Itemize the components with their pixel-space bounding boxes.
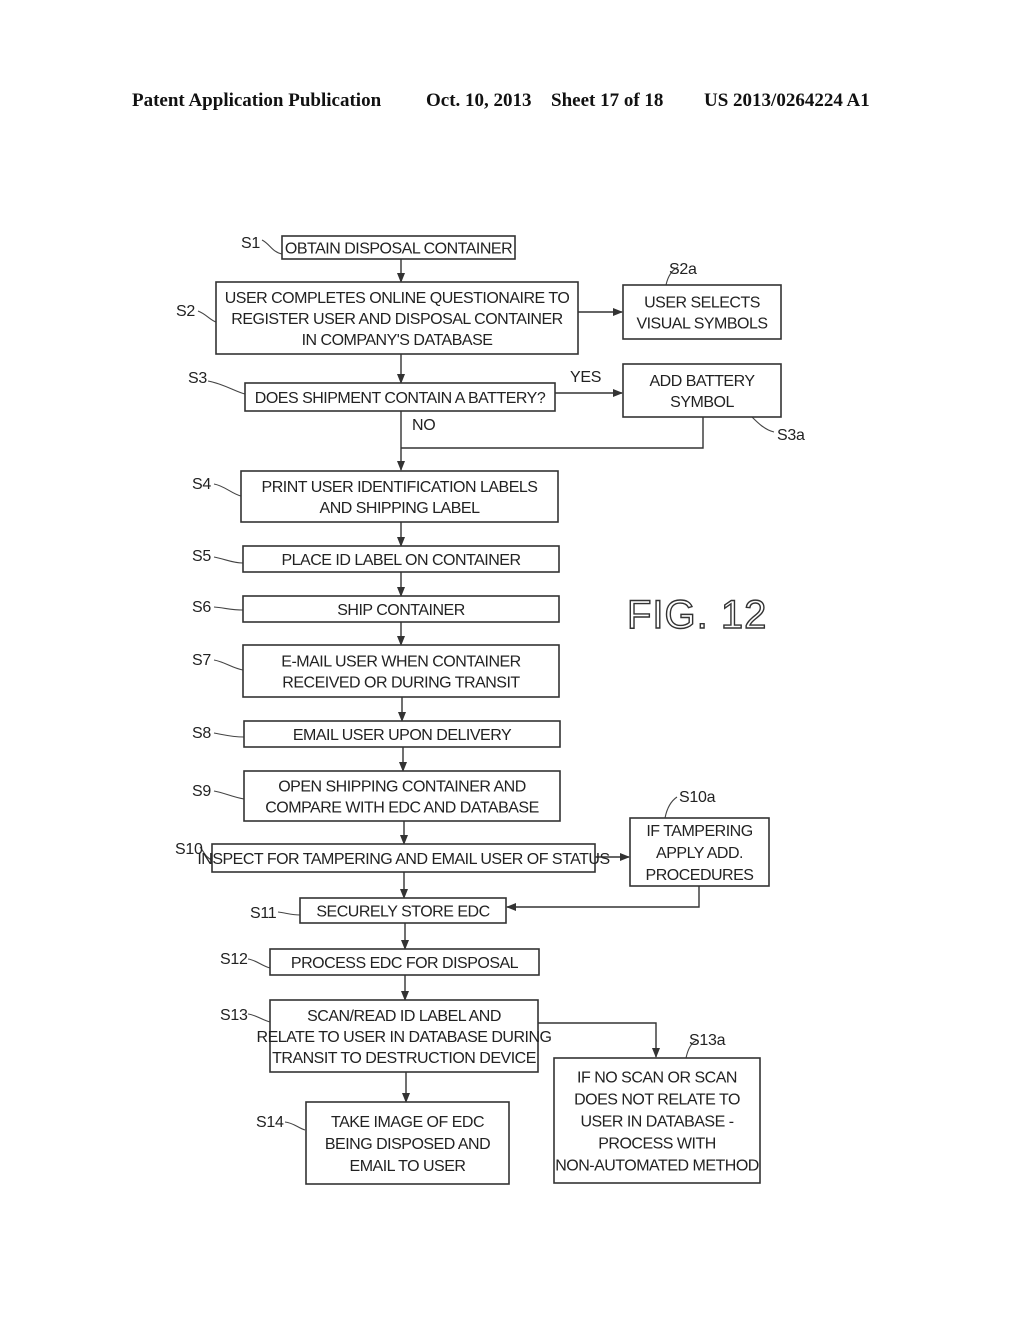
step-text-line: PROCESS WITH bbox=[598, 1136, 716, 1153]
step-label-s6: S6 bbox=[192, 599, 211, 616]
step-s3: DOES SHIPMENT CONTAIN A BATTERY? bbox=[244, 382, 556, 412]
step-s10a: IF TAMPERING APPLY ADD. PROCEDURES bbox=[629, 817, 770, 887]
step-text-line: OBTAIN DISPOSAL CONTAINER bbox=[285, 241, 512, 258]
step-text-line: DOES SHIPMENT CONTAIN A BATTERY? bbox=[255, 390, 546, 407]
step-text-line: SHIP CONTAINER bbox=[337, 602, 465, 619]
step-s13a: IF NO SCAN OR SCAN DOES NOT RELATE TO USER… bbox=[553, 1057, 761, 1184]
step-label-s9: S9 bbox=[192, 783, 211, 800]
leader-s4 bbox=[213, 483, 242, 497]
step-text-line: TRANSIT TO DESTRUCTION DEVICE bbox=[272, 1050, 536, 1067]
leader-s9 bbox=[213, 790, 245, 800]
step-s12: PROCESS EDC FOR DISPOSAL bbox=[269, 948, 540, 976]
step-s4: PRINT USER IDENTIFICATION LABELS AND SHIP… bbox=[240, 470, 559, 523]
step-text-line: ADD BATTERY bbox=[649, 373, 755, 390]
step-label-s1: S1 bbox=[241, 235, 260, 252]
leader-s14 bbox=[284, 1121, 306, 1131]
step-text-line: TAKE IMAGE OF EDC bbox=[331, 1114, 484, 1131]
step-text-line: IN COMPANY'S DATABASE bbox=[302, 332, 493, 349]
step-text-line: AND SHIPPING LABEL bbox=[320, 500, 481, 517]
step-label-s8: S8 bbox=[192, 725, 211, 742]
step-label-s10: S10 bbox=[175, 841, 203, 858]
step-s1: OBTAIN DISPOSAL CONTAINER bbox=[281, 235, 516, 260]
step-label-s2: S2 bbox=[176, 303, 195, 320]
step-text-line: SYMBOL bbox=[670, 394, 734, 411]
step-label-s4: S4 bbox=[192, 476, 211, 493]
step-s7: E-MAIL USER WHEN CONTAINER RECEIVED OR DU… bbox=[242, 644, 560, 698]
flowchart: OBTAIN DISPOSAL CONTAINER USER COMPLETES … bbox=[175, 235, 805, 1185]
step-s6: SHIP CONTAINER bbox=[242, 595, 560, 623]
leader-s1 bbox=[261, 239, 283, 255]
branch-no-label: NO bbox=[412, 417, 435, 434]
step-text-line: EMAIL USER UPON DELIVERY bbox=[293, 727, 512, 744]
step-text-line: USER SELECTS bbox=[644, 295, 760, 312]
step-label-s7: S7 bbox=[192, 652, 211, 669]
step-text-line: EMAIL TO USER bbox=[350, 1158, 466, 1175]
step-label-s13: S13 bbox=[220, 1007, 248, 1024]
step-s5: PLACE ID LABEL ON CONTAINER bbox=[242, 545, 560, 573]
step-text-line: APPLY ADD. bbox=[656, 845, 743, 862]
step-text-line: RELATE TO USER IN DATABASE DURING bbox=[257, 1029, 552, 1046]
step-label-s10a: S10a bbox=[679, 789, 716, 806]
step-text-line: IF NO SCAN OR SCAN bbox=[577, 1070, 737, 1087]
step-text-line: COMPARE WITH EDC AND DATABASE bbox=[265, 800, 539, 817]
step-text-line: SCAN/READ ID LABEL AND bbox=[307, 1008, 501, 1025]
leader-s3 bbox=[207, 380, 246, 395]
leader-s2 bbox=[197, 310, 217, 323]
step-text-line: PRINT USER IDENTIFICATION LABELS bbox=[262, 479, 538, 496]
leader-s11 bbox=[277, 911, 301, 916]
step-text-line: DOES NOT RELATE TO bbox=[574, 1092, 740, 1109]
leader-s12 bbox=[247, 958, 271, 969]
step-s13: SCAN/READ ID LABEL AND RELATE TO USER IN … bbox=[257, 999, 552, 1073]
step-label-s3: S3 bbox=[188, 370, 207, 387]
step-s9: OPEN SHIPPING CONTAINER AND COMPARE WITH … bbox=[243, 770, 561, 822]
leader-s6 bbox=[213, 606, 244, 611]
step-label-s2a: S2a bbox=[669, 261, 697, 278]
step-text-line: PROCEDURES bbox=[646, 867, 754, 884]
step-text-line: INSPECT FOR TAMPERING AND EMAIL USER OF … bbox=[197, 851, 609, 868]
step-text-line: REGISTER USER AND DISPOSAL CONTAINER bbox=[231, 311, 562, 328]
step-text-line: PROCESS EDC FOR DISPOSAL bbox=[291, 955, 519, 972]
leader-s10a bbox=[664, 796, 678, 819]
step-s2: USER COMPLETES ONLINE QUESTIONAIRE TO REG… bbox=[215, 281, 579, 355]
step-text-line: E-MAIL USER WHEN CONTAINER bbox=[281, 654, 520, 671]
step-text-line: OPEN SHIPPING CONTAINER AND bbox=[278, 779, 526, 796]
step-label-s14: S14 bbox=[256, 1114, 284, 1131]
figure-label: FIG. 12 bbox=[627, 593, 767, 637]
leader-s13 bbox=[247, 1013, 271, 1023]
branch-yes-label: YES bbox=[570, 369, 601, 386]
step-label-s12: S12 bbox=[220, 951, 248, 968]
step-s10: INSPECT FOR TAMPERING AND EMAIL USER OF … bbox=[197, 843, 610, 873]
step-label-s3a: S3a bbox=[777, 427, 805, 444]
step-text-line: PLACE ID LABEL ON CONTAINER bbox=[281, 552, 520, 569]
leader-s7 bbox=[213, 659, 244, 671]
step-label-s5: S5 bbox=[192, 548, 211, 565]
step-s8: EMAIL USER UPON DELIVERY bbox=[243, 720, 561, 748]
leader-s3a bbox=[751, 416, 775, 433]
step-s3a: ADD BATTERY SYMBOL bbox=[622, 363, 782, 418]
step-s2a: USER SELECTS VISUAL SYMBOLS bbox=[622, 284, 782, 340]
leader-s8 bbox=[213, 732, 245, 738]
step-text-line: BEING DISPOSED AND bbox=[325, 1136, 490, 1153]
step-text-line: NON-AUTOMATED METHOD bbox=[555, 1158, 759, 1175]
step-s11: SECURELY STORE EDC bbox=[299, 897, 507, 924]
step-text-line: USER COMPLETES ONLINE QUESTIONAIRE TO bbox=[225, 290, 570, 307]
step-s14: TAKE IMAGE OF EDC BEING DISPOSED AND EMAIL… bbox=[305, 1101, 510, 1185]
step-text-line: VISUAL SYMBOLS bbox=[636, 316, 767, 333]
step-text-line: RECEIVED OR DURING TRANSIT bbox=[282, 675, 520, 692]
step-text-line: SECURELY STORE EDC bbox=[316, 904, 489, 921]
line-s3a-return bbox=[401, 417, 704, 449]
step-label-s13a: S13a bbox=[689, 1032, 726, 1049]
step-label-s11: S11 bbox=[250, 905, 277, 922]
arrow-s13-s13a bbox=[538, 1022, 660, 1058]
step-text-line: IF TAMPERING bbox=[646, 823, 752, 840]
step-text-line: USER IN DATABASE - bbox=[580, 1114, 733, 1131]
arrow-s10a-s11 bbox=[506, 886, 700, 911]
leader-s5 bbox=[213, 556, 244, 564]
